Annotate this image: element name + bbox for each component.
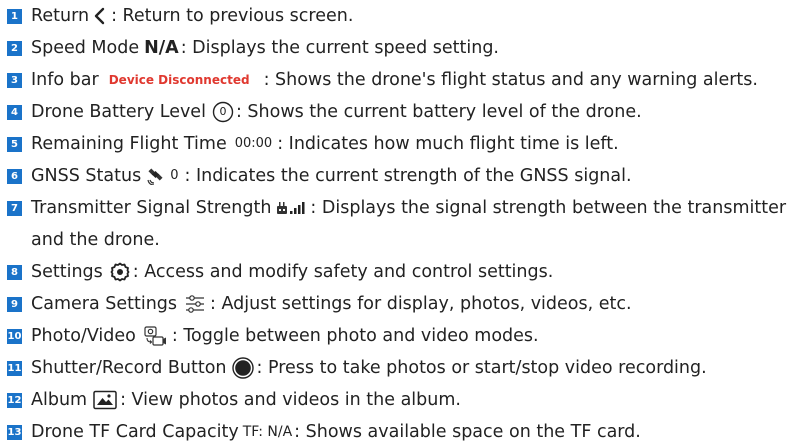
item-description: : Displays the signal strength between t… xyxy=(310,198,787,218)
list-item: 12 Album : View photos and videos in the… xyxy=(0,388,461,412)
speed-mode-value: N/A xyxy=(144,38,179,58)
item-number-badge: 2 xyxy=(7,40,22,56)
item-label: Album xyxy=(31,390,88,410)
item-label: Return xyxy=(31,6,90,26)
item-description: : Shows available space on the TF card. xyxy=(294,422,641,442)
item-number-badge: 4 xyxy=(7,104,22,120)
satellite-icon xyxy=(147,167,167,185)
list-item: 11 Shutter/Record Button : Press to take… xyxy=(0,356,707,380)
list-item: 13 Drone TF Card Capacity TF: N/A : Show… xyxy=(0,420,641,444)
item-description-continued: and the drone. xyxy=(31,230,160,250)
list-item: 1 Return : Return to previous screen. xyxy=(0,4,353,28)
item-label: Drone TF Card Capacity xyxy=(31,422,239,442)
item-description: : Toggle between photo and video modes. xyxy=(171,326,539,346)
item-description: : Access and modify safety and control s… xyxy=(132,262,554,282)
shutter-button-icon xyxy=(231,357,254,379)
item-label: Transmitter Signal Strength xyxy=(31,198,272,218)
item-label: Camera Settings xyxy=(31,294,178,314)
list-item: 3 Info bar Device Disconnected : Shows t… xyxy=(0,68,758,92)
item-label: Drone Battery Level xyxy=(31,102,206,122)
list-item: 9 Camera Settings : Adjust settings for … xyxy=(0,292,632,316)
list-item: 8 Settings : Access and modify safety an… xyxy=(0,260,553,284)
item-description: : Adjust settings for display, photos, v… xyxy=(210,294,632,314)
item-number-badge: 12 xyxy=(7,392,22,408)
item-description: : Press to take photos or start/stop vid… xyxy=(256,358,707,378)
item-label: Info bar xyxy=(31,70,99,90)
item-label: Settings xyxy=(31,262,103,282)
item-number-badge: 7 xyxy=(7,200,22,216)
item-number-badge: 5 xyxy=(7,136,22,152)
item-label: Shutter/Record Button xyxy=(31,358,227,378)
item-description: : Shows the current battery level of the… xyxy=(235,102,642,122)
item-description: : Shows the drone's flight status and an… xyxy=(263,70,758,90)
sliders-icon xyxy=(185,295,205,313)
item-description: : View photos and videos in the album. xyxy=(120,390,461,410)
item-number-badge: 3 xyxy=(7,72,22,88)
battery-circle-icon: 0 xyxy=(212,101,234,123)
list-item: 7 Transmitter Signal Strength : Displays… xyxy=(0,196,786,220)
item-number-badge: 8 xyxy=(7,264,22,280)
item-number-badge: 13 xyxy=(7,424,22,440)
item-label: Photo/Video xyxy=(31,326,136,346)
item-number-badge: 1 xyxy=(7,8,22,24)
battery-level-value: 0 xyxy=(219,105,227,118)
item-description: : Return to previous screen. xyxy=(111,6,354,26)
list-item: 2 Speed Mode N/A : Displays the current … xyxy=(0,36,499,60)
list-item: 4 Drone Battery Level 0 : Shows the curr… xyxy=(0,100,642,124)
list-item: 6 GNSS Status 0 : Indicates the current … xyxy=(0,164,632,188)
album-icon xyxy=(93,390,117,410)
legend-list: 1 Return : Return to previous screen. 2 … xyxy=(0,0,791,444)
list-item: 5 Remaining Flight Time 00:00 : Indicate… xyxy=(0,132,619,156)
tf-card-value: TF: N/A xyxy=(242,424,293,440)
list-item: 10 Photo/Video : Toggle between photo an… xyxy=(0,324,539,348)
photo-video-switch-icon xyxy=(143,325,167,347)
transmitter-signal-icon xyxy=(276,200,306,216)
item-number-badge: 10 xyxy=(7,328,22,344)
item-label: Speed Mode xyxy=(31,38,140,58)
item-number-badge: 6 xyxy=(7,168,22,184)
item-description: : Indicates the current strength of the … xyxy=(184,166,632,186)
item-label: Remaining Flight Time xyxy=(31,134,227,154)
chevron-left-icon xyxy=(93,7,107,25)
item-number-badge: 9 xyxy=(7,296,22,312)
gear-icon xyxy=(110,262,130,282)
gnss-count-value: 0 xyxy=(170,168,179,183)
item-description: : Displays the current speed setting. xyxy=(180,38,499,58)
flight-time-value: 00:00 xyxy=(234,136,273,151)
item-description: : Indicates how much flight time is left… xyxy=(277,134,619,154)
info-bar-status: Device Disconnected xyxy=(108,73,250,87)
item-number-badge: 11 xyxy=(7,360,22,376)
item-label: GNSS Status xyxy=(31,166,142,186)
